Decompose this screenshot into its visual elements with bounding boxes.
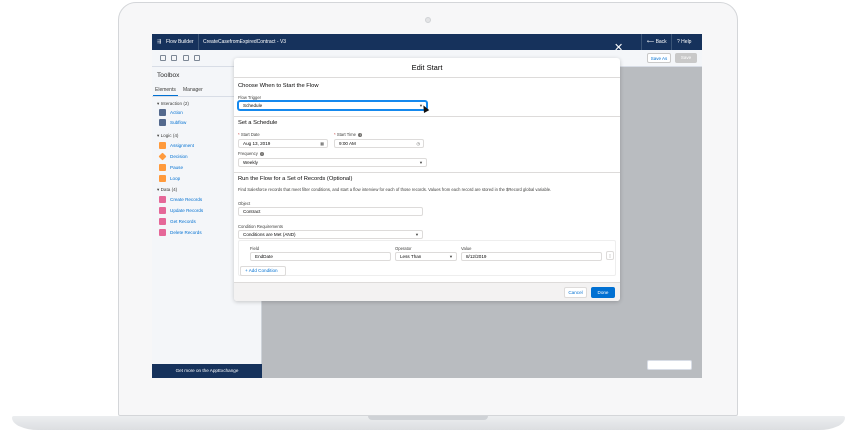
divider — [234, 116, 620, 117]
cancel-button[interactable]: Cancel — [564, 287, 587, 298]
info-icon: i — [259, 151, 265, 157]
section-title-schedule: Set a Schedule — [238, 120, 278, 126]
pause-icon — [159, 164, 166, 171]
app-name: Flow Builder — [166, 39, 194, 45]
done-button[interactable]: Done — [591, 287, 615, 298]
copy-icon[interactable] — [183, 55, 189, 61]
divider — [671, 34, 672, 50]
divider — [198, 34, 199, 50]
back-button[interactable]: ⟵ Back — [647, 34, 667, 50]
frequency-label: Frequency i — [238, 151, 265, 157]
toolbox-title: Toolbox — [157, 72, 180, 79]
condition-requirements-label: Condition Requirements — [238, 224, 283, 229]
flow-trigger-select[interactable]: Schedule ▼ — [238, 101, 427, 110]
laptop-notch — [368, 416, 488, 420]
help-icon: ? — [677, 39, 680, 45]
group-data[interactable]: ▾ Data (4) — [157, 187, 177, 193]
section-title-start: Choose When to Start the Flow — [238, 83, 319, 89]
redo-icon[interactable] — [171, 55, 177, 61]
divider — [641, 34, 642, 50]
tab-elements[interactable]: Elements — [155, 87, 176, 93]
flow-name: CreateCasefromExpiredContract - V3 — [203, 39, 287, 45]
operator-select[interactable]: Less Than ▼ — [395, 252, 457, 261]
add-condition-button[interactable]: + Add Condition — [240, 266, 286, 276]
info-icon: i — [357, 132, 363, 138]
calendar-icon[interactable]: ▦ — [320, 140, 324, 147]
back-arrow-icon: ⟵ — [647, 39, 655, 45]
start-date-input[interactable]: Aug 13, 2019 ▦ — [238, 139, 328, 148]
close-icon[interactable]: ✕ — [614, 43, 623, 54]
group-logic[interactable]: ▾ Logic (4) — [157, 133, 178, 139]
clock-icon[interactable]: ◷ — [417, 140, 421, 147]
assignment-icon — [159, 142, 166, 149]
help-button[interactable]: ? Help — [677, 34, 691, 50]
tab-manager[interactable]: Manager — [183, 87, 203, 93]
delete-condition-icon[interactable]: ▯ — [606, 251, 614, 260]
start-date-label: * Start Date — [238, 132, 260, 137]
chevron-down-icon: ▼ — [449, 254, 453, 259]
camera-dot — [425, 17, 431, 23]
delete-records-icon — [159, 229, 166, 236]
modal-footer: Cancel Done — [234, 282, 620, 301]
properties-icon[interactable] — [194, 55, 200, 61]
start-time-input[interactable]: 9:00 AM ◷ — [334, 139, 424, 148]
create-records-icon — [159, 196, 166, 203]
divider — [234, 172, 620, 173]
field-input[interactable]: EndDate — [250, 252, 391, 261]
update-records-icon — [159, 207, 166, 214]
undo-icon[interactable] — [160, 55, 166, 61]
plus-icon: + — [245, 268, 248, 273]
frequency-select[interactable]: Weekly ▼ — [238, 158, 427, 167]
modal-title: Edit Start — [234, 58, 620, 78]
save-as-button[interactable]: Save As — [647, 53, 671, 63]
field-label: Field — [250, 246, 260, 251]
condition-requirements-select[interactable]: Conditions are Met (AND) ▼ — [238, 230, 423, 239]
flow-trigger-label: Flow Trigger — [238, 95, 262, 100]
chevron-down-icon: ▼ — [415, 232, 419, 237]
loop-icon — [159, 175, 166, 182]
decision-icon — [158, 152, 167, 161]
subflow-icon — [159, 119, 166, 126]
section-title-records: Run the Flow for a Set of Records (Optio… — [238, 176, 353, 182]
chevron-down-icon: ▼ — [419, 160, 423, 165]
action-icon — [159, 109, 166, 116]
appexchange-link[interactable]: Get more on the AppExchange — [152, 364, 262, 378]
object-label: Object — [238, 201, 251, 206]
value-input[interactable]: 8/12/2019 — [461, 252, 602, 261]
object-input[interactable]: Contract — [238, 207, 423, 216]
value-label: Value — [461, 246, 472, 251]
start-time-label: * Start Time i — [334, 132, 363, 138]
operator-label: Operator — [395, 246, 412, 251]
flow-builder-icon: ⇶ — [157, 39, 162, 45]
get-records-icon — [159, 218, 166, 225]
zoom-controls[interactable] — [647, 360, 692, 370]
edit-start-modal: Edit Start Choose When to Start the Flow… — [234, 58, 620, 301]
save-button[interactable]: Save — [675, 53, 697, 63]
group-interaction[interactable]: ▾ Interaction (2) — [157, 101, 189, 107]
section-description: Find Salesforce records that meet filter… — [238, 187, 552, 192]
